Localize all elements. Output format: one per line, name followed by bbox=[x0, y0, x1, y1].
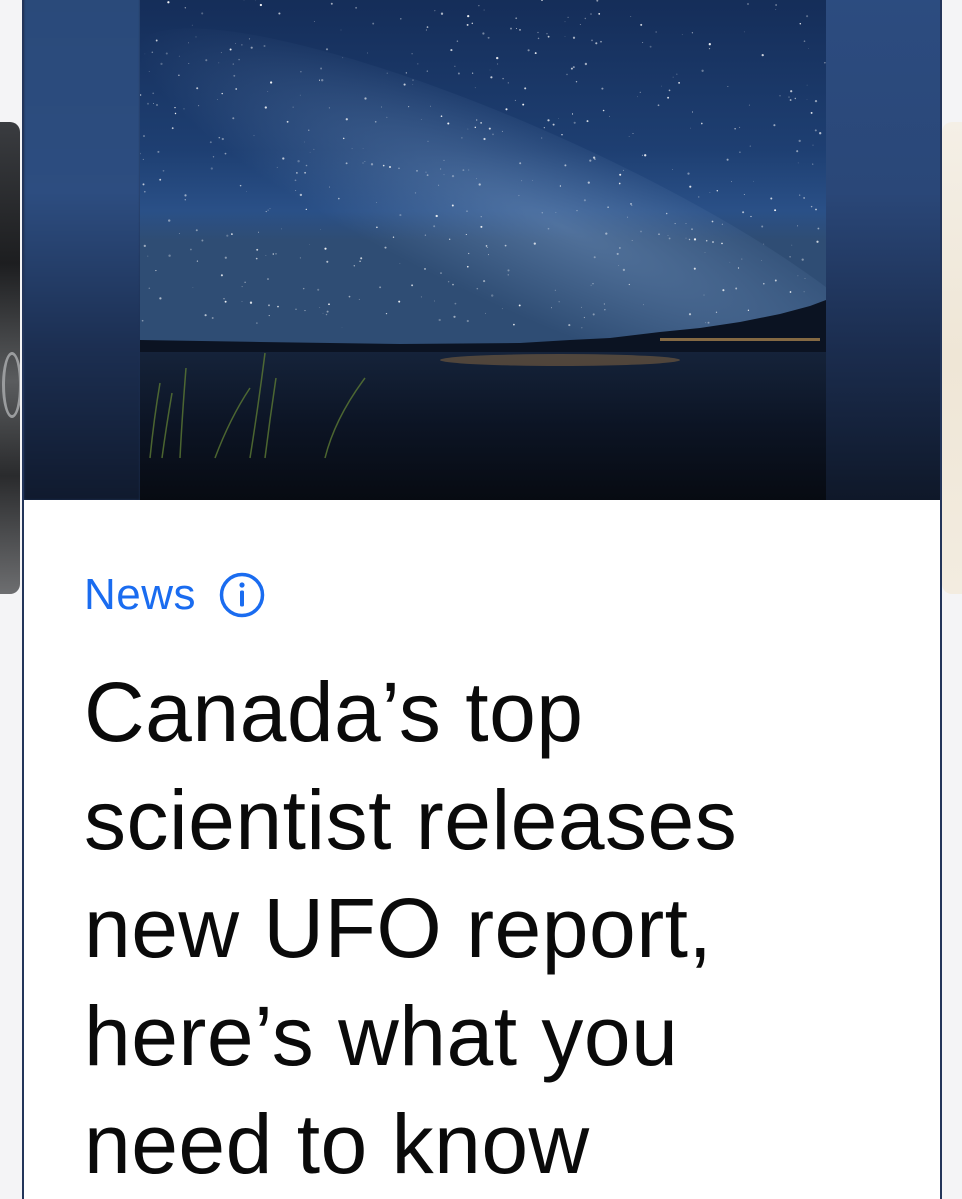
news-carousel: News Canada’s top scientist releases new… bbox=[0, 0, 962, 1199]
hero-blur-left bbox=[24, 0, 140, 500]
previous-card-peek[interactable] bbox=[0, 122, 20, 594]
category-label[interactable]: News bbox=[84, 570, 196, 620]
card-content: News Canada’s top scientist releases new… bbox=[24, 500, 940, 1198]
hero-image bbox=[24, 0, 940, 500]
headline[interactable]: Canada’s top scientist releases new UFO … bbox=[84, 658, 884, 1198]
category-row: News bbox=[84, 570, 880, 620]
info-circle-icon[interactable] bbox=[218, 571, 266, 619]
hero-blur-right bbox=[826, 0, 940, 500]
night-sky-photo bbox=[140, 0, 826, 500]
news-card[interactable]: News Canada’s top scientist releases new… bbox=[22, 0, 942, 1199]
next-card-peek[interactable] bbox=[942, 122, 962, 594]
